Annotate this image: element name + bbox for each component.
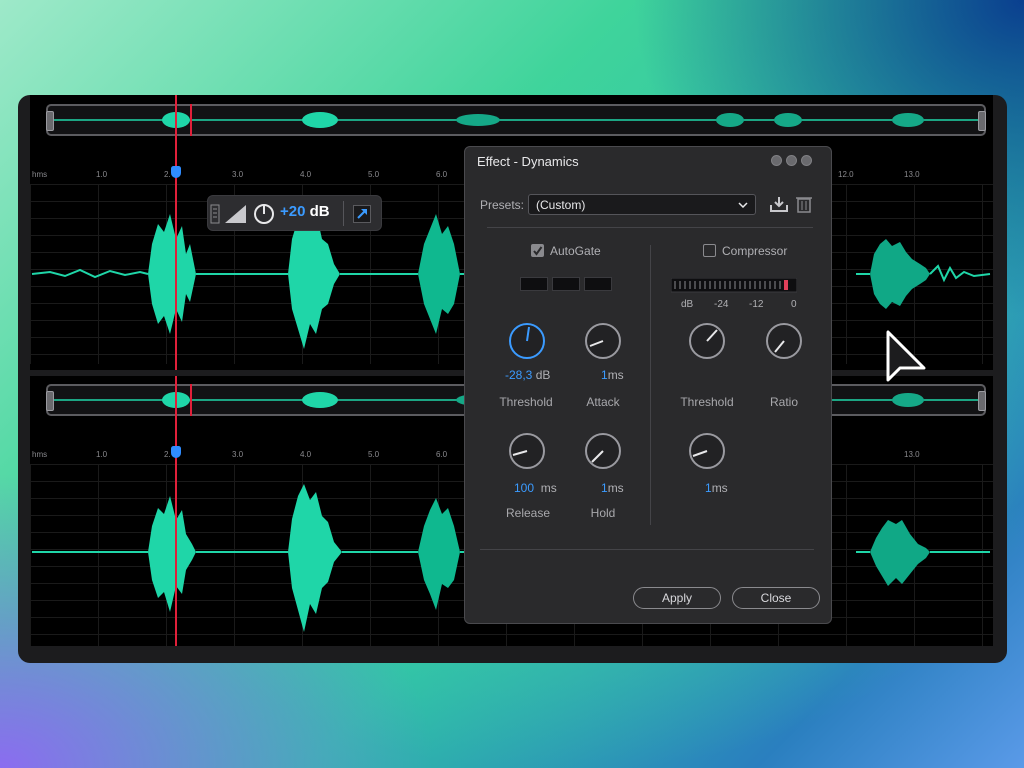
gate-meter-1	[520, 277, 548, 291]
tick: 5.0	[368, 450, 380, 459]
compressor-checkbox[interactable]	[703, 244, 716, 257]
presets-select[interactable]: (Custom)	[528, 194, 756, 215]
meter-label: -12	[749, 299, 764, 310]
autogate-label: AutoGate	[550, 244, 601, 258]
compressor-gain-value[interactable]: 1ms	[705, 481, 728, 495]
fade-ramp-icon[interactable]	[224, 203, 248, 225]
gate-meter-2	[552, 277, 580, 291]
gain-value: +20	[280, 203, 306, 220]
release-label: Release	[505, 506, 551, 520]
release-knob[interactable]	[507, 431, 547, 471]
attack-value[interactable]: 1ms	[601, 368, 624, 382]
overview-left-handle[interactable]	[46, 111, 54, 131]
overview-right-handle[interactable]	[978, 111, 986, 131]
minimize-window-button[interactable]	[771, 155, 782, 166]
chevron-down-icon	[738, 202, 748, 208]
threshold-label: Threshold	[499, 395, 553, 409]
compressor-gain-knob[interactable]	[687, 431, 727, 471]
attack-knob[interactable]	[583, 321, 623, 361]
hold-value[interactable]: 1ms	[601, 481, 624, 495]
tick: 13.0	[904, 450, 920, 459]
playhead-handle-icon[interactable]	[171, 166, 181, 178]
meter-label: -24	[714, 299, 729, 310]
timeline-unit: hms	[32, 450, 48, 459]
attack-label: Attack	[586, 395, 620, 409]
expand-arrow-icon[interactable]	[353, 205, 371, 223]
threshold-value[interactable]: -28,3 dB	[505, 368, 550, 382]
threshold-knob[interactable]	[507, 321, 547, 361]
tick: 13.0	[904, 170, 920, 179]
presets-label: Presets:	[480, 198, 525, 212]
overview-waveform	[54, 112, 978, 128]
gain-readout[interactable]: +20 dB	[280, 203, 330, 220]
presets-value: (Custom)	[536, 198, 586, 212]
gate-meter-3	[584, 277, 612, 291]
toolbar-divider	[343, 201, 344, 226]
gain-unit: dB	[309, 203, 330, 220]
tick: 4.0	[300, 170, 312, 179]
release-value[interactable]: 100 ms	[514, 481, 557, 495]
overview-playhead	[190, 384, 192, 416]
column-divider	[650, 245, 651, 525]
tick: 6.0	[436, 170, 448, 179]
meter-label: 0	[791, 299, 797, 310]
meter-label: dB	[681, 299, 694, 310]
tick: 3.0	[232, 450, 244, 459]
hold-label: Hold	[590, 506, 616, 520]
playhead-track-1[interactable]	[175, 95, 177, 370]
tick: 4.0	[300, 450, 312, 459]
apply-button[interactable]: Apply	[633, 587, 721, 609]
hold-knob[interactable]	[583, 431, 623, 471]
tick: 5.0	[368, 170, 380, 179]
dynamics-dialog: Effect - Dynamics Presets: (Custom) Auto…	[464, 146, 832, 624]
tick: 1.0	[96, 170, 108, 179]
save-preset-icon[interactable]	[769, 195, 789, 213]
close-window-button[interactable]	[801, 155, 812, 166]
overview-left-handle[interactable]	[46, 391, 54, 411]
delete-preset-icon[interactable]	[796, 195, 812, 213]
compressor-level-meter	[671, 278, 797, 293]
ratio-knob[interactable]	[764, 321, 804, 361]
close-button[interactable]: Close	[732, 587, 820, 609]
tick: 2.	[164, 170, 171, 179]
autogate-checkbox[interactable]	[531, 244, 544, 257]
drag-handle-icon[interactable]	[210, 204, 220, 224]
track-1-overview[interactable]	[46, 104, 986, 136]
playhead-handle-icon[interactable]	[171, 446, 181, 458]
checkmark-icon	[533, 246, 543, 256]
overview-right-handle[interactable]	[978, 391, 986, 411]
tick: 6.0	[436, 450, 448, 459]
overview-playhead	[190, 104, 192, 136]
power-icon[interactable]	[252, 202, 276, 226]
divider	[487, 227, 813, 228]
compressor-threshold-knob[interactable]	[687, 321, 727, 361]
clip-gain-toolbar: +20 dB	[207, 195, 382, 231]
compressor-label: Compressor	[722, 244, 788, 258]
compressor-threshold-label: Threshold	[680, 395, 734, 409]
maximize-window-button[interactable]	[786, 155, 797, 166]
playhead-track-2[interactable]	[175, 376, 177, 646]
dialog-title: Effect - Dynamics	[477, 154, 579, 169]
timeline-unit: hms	[32, 170, 48, 179]
mouse-cursor-icon	[886, 330, 926, 382]
ratio-label: Ratio	[769, 395, 798, 409]
tick: 1.0	[96, 450, 108, 459]
divider	[480, 549, 814, 550]
tick: 2.	[164, 450, 171, 459]
tick: 3.0	[232, 170, 244, 179]
tick: 12.0	[838, 170, 854, 179]
